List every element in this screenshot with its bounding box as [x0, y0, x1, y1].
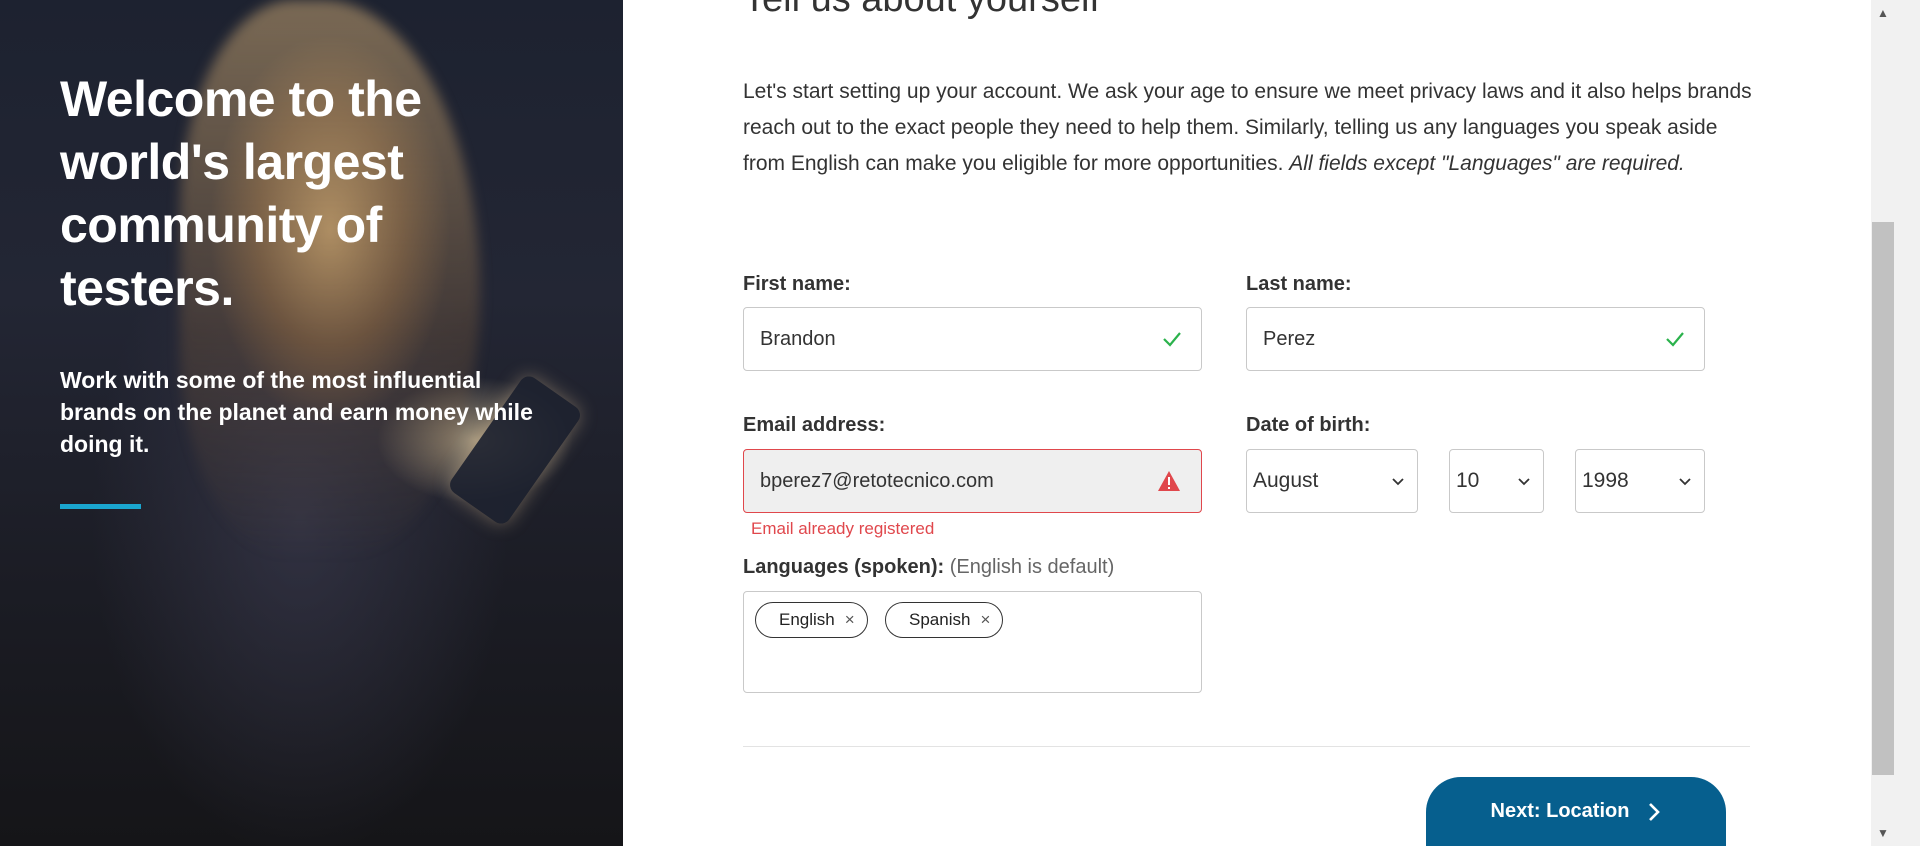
chevron-down-icon [1392, 478, 1404, 486]
email-value: bperez7@retotecnico.com [760, 469, 994, 492]
chevron-right-icon [1649, 802, 1661, 821]
next-button-label: Next: Location [1490, 800, 1630, 822]
scroll-up-arrow-icon[interactable]: ▲ [1877, 6, 1889, 20]
last-name-value: Perez [1263, 327, 1316, 350]
last-name-field[interactable]: Perez [1246, 307, 1705, 371]
hero-title: Welcome to the world's largest community… [60, 71, 422, 316]
dob-day-select[interactable]: 10 [1449, 449, 1544, 513]
languages-label: Languages (spoken): (English is default) [743, 556, 1114, 579]
next-location-button[interactable]: Next: Location [1426, 777, 1726, 846]
intro-text: Let's start setting up your account. We … [743, 74, 1753, 182]
dob-month-select[interactable]: August [1246, 449, 1418, 513]
email-label: Email address: [743, 414, 886, 436]
scrollbar-thumb[interactable] [1872, 222, 1894, 775]
languages-hint: (English is default) [949, 556, 1115, 578]
dob-label: Date of birth: [1246, 414, 1371, 436]
language-tag-english: English × [755, 602, 868, 638]
language-tag-label: Spanish [909, 610, 971, 629]
last-name-label: Last name: [1246, 273, 1352, 295]
hero-content: Welcome to the world's largest community… [60, 68, 560, 460]
dob-month-value: August [1253, 469, 1319, 492]
remove-tag-icon[interactable]: × [980, 610, 990, 630]
intro-required-note: All fields except "Languages" are requir… [1289, 152, 1685, 175]
languages-input[interactable]: English × Spanish × [743, 591, 1202, 693]
language-tag-label: English [779, 610, 835, 629]
form-divider [743, 746, 1750, 747]
page-heading: Tell us about yourself [743, 0, 1100, 21]
first-name-label: First name: [743, 273, 851, 295]
signup-form: Tell us about yourself Let's start setti… [623, 0, 1871, 846]
scroll-down-arrow-icon[interactable]: ▼ [1877, 826, 1889, 840]
dob-year-select[interactable]: 1998 [1575, 449, 1705, 513]
email-error-message: Email already registered [751, 519, 935, 538]
chevron-down-icon [1679, 478, 1691, 486]
language-tag-spanish: Spanish × [885, 602, 1004, 638]
hero-panel: Welcome to the world's largest community… [0, 0, 623, 846]
first-name-field[interactable]: Brandon [743, 307, 1202, 371]
dob-day-value: 10 [1456, 469, 1480, 492]
remove-tag-icon[interactable]: × [845, 610, 855, 630]
chevron-down-icon [1518, 478, 1530, 486]
email-field[interactable]: bperez7@retotecnico.com [743, 449, 1202, 513]
warning-icon [1158, 471, 1180, 491]
dob-year-value: 1998 [1582, 469, 1629, 492]
hero-accent-bar [60, 504, 141, 509]
check-icon [1666, 332, 1684, 347]
check-icon [1163, 332, 1181, 347]
first-name-value: Brandon [760, 327, 836, 350]
languages-label-text: Languages (spoken): [743, 556, 945, 578]
hero-subtitle: Work with some of the most influential b… [60, 367, 533, 457]
